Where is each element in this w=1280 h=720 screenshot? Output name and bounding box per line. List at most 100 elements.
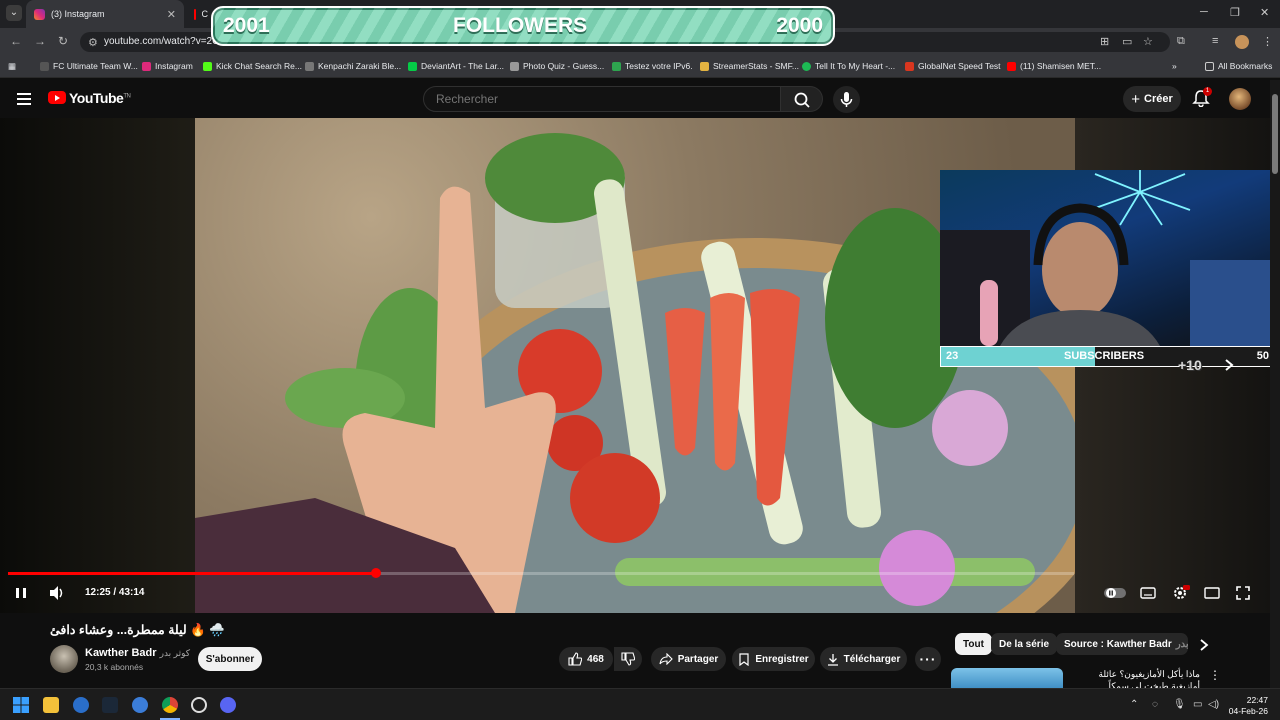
all-bookmarks-folder[interactable]: All Bookmarks	[1205, 61, 1272, 71]
bookmark-item[interactable]: Instagram	[142, 61, 193, 71]
bookmark-item[interactable]: Tell It To My Heart -...	[802, 61, 895, 71]
create-button[interactable]: + Créer	[1123, 86, 1181, 112]
bookmark-item[interactable]: Kick Chat Search Re...	[203, 61, 302, 71]
recommended-more-icon[interactable]: ⋮	[1209, 668, 1221, 682]
share-button[interactable]: Partager	[651, 647, 726, 671]
bookmark-favicon	[40, 61, 49, 71]
channel-name[interactable]: Kawther Badr كوثر بدر	[85, 647, 190, 659]
download-button[interactable]: Télécharger	[820, 647, 907, 671]
ambient-glow-left	[0, 118, 195, 613]
theater-mode-icon[interactable]	[1204, 586, 1220, 600]
tray-overflow-icon[interactable]: ⌃	[1130, 699, 1138, 710]
video-progress-bar[interactable]	[8, 568, 1074, 578]
back-icon[interactable]: ←	[10, 34, 22, 48]
voice-search-button[interactable]	[833, 86, 860, 113]
outlook-icon[interactable]	[73, 697, 89, 713]
volume-icon[interactable]	[48, 585, 66, 601]
save-button[interactable]: Enregistrer	[732, 647, 815, 671]
subscribers-current: 23	[946, 350, 959, 362]
thumbs-down-icon	[621, 652, 635, 666]
tab-instagram[interactable]: (3) Instagram ✕	[26, 0, 184, 28]
subscribe-button[interactable]: S'abonner	[198, 647, 262, 671]
steam-icon[interactable]	[102, 697, 118, 713]
chip-all[interactable]: Tout	[955, 633, 992, 655]
sofa	[1190, 260, 1280, 346]
chrome-icon[interactable]	[162, 697, 178, 713]
bookmark-item[interactable]: Kenpachi Zaraki Ble...	[305, 61, 401, 71]
extensions-icon[interactable]: ⧉	[1177, 35, 1185, 48]
site-info-icon[interactable]: ⚙	[88, 36, 98, 49]
bookmark-item[interactable]: GlobalNet Speed Test	[905, 61, 1001, 71]
fullscreen-icon[interactable]	[1236, 586, 1250, 600]
deviantart-icon	[408, 61, 417, 71]
search-input[interactable]	[424, 87, 780, 111]
folder-icon	[1205, 61, 1214, 71]
search-button[interactable]	[781, 86, 823, 112]
recommended-video-thumbnail[interactable]	[951, 668, 1063, 690]
youtube-logo-icon[interactable]	[48, 91, 66, 104]
progress-played	[8, 572, 376, 575]
reading-list-icon[interactable]: ≡	[1212, 35, 1218, 47]
battlenet-icon[interactable]	[132, 697, 148, 713]
progress-scrubber-handle[interactable]	[370, 568, 381, 578]
scrollbar-thumb[interactable]	[1272, 94, 1278, 174]
bookmark-item[interactable]: Photo Quiz - Guess...	[510, 61, 604, 71]
thumbs-up-icon	[568, 652, 583, 666]
search-icon	[794, 92, 810, 108]
window-close-icon[interactable]: ✕	[1260, 6, 1269, 19]
chips-next-chevron-icon[interactable]	[1198, 638, 1210, 652]
tomato	[570, 453, 660, 543]
forward-icon[interactable]: →	[34, 34, 46, 48]
autoplay-toggle-icon[interactable]	[1104, 587, 1126, 599]
translate-icon[interactable]: ⊞	[1100, 35, 1109, 48]
tray-display-icon[interactable]: ▭	[1193, 699, 1202, 710]
tab-label: C	[201, 9, 209, 19]
youtube-header: YouTubeTN +Créer 1	[0, 80, 1280, 118]
chip-series[interactable]: De la série	[991, 633, 1058, 655]
windows-start-icon[interactable]	[13, 697, 29, 713]
followers-current: 2001	[223, 14, 270, 37]
minimize-icon[interactable]: ─	[1200, 6, 1208, 18]
next-chevron-icon[interactable]	[1222, 358, 1236, 372]
menu-icon[interactable]	[17, 93, 31, 105]
page-scrollbar[interactable]	[1270, 80, 1280, 688]
file-explorer-icon[interactable]	[43, 697, 59, 713]
bookmark-item[interactable]: DeviantArt - The Lar...	[408, 61, 504, 71]
reload-icon[interactable]: ↻	[58, 34, 68, 48]
bookmark-item[interactable]: StreamerStats - SMF...	[700, 61, 799, 71]
profile-avatar-icon[interactable]	[1235, 35, 1249, 49]
download-icon	[827, 653, 838, 666]
settings-gear-icon[interactable]	[1172, 585, 1190, 601]
bookmarks-overflow-icon[interactable]: »	[1172, 61, 1177, 71]
apps-grid-icon[interactable]: ▦	[8, 61, 16, 72]
tray-app-icon[interactable]: ◌	[1152, 699, 1158, 710]
account-avatar[interactable]	[1229, 88, 1251, 110]
channel-avatar[interactable]	[50, 645, 78, 673]
tab-search-menu-icon[interactable]: ⌄	[6, 5, 22, 21]
more-actions-button[interactable]: ···	[915, 647, 941, 671]
obs-icon[interactable]	[191, 697, 207, 713]
bookmark-item[interactable]: Testez votre IPv6.	[612, 61, 693, 71]
chip-source[interactable]: Source : Kawther Badr كوثر بدر	[1056, 633, 1188, 655]
bookmark-item[interactable]: (11) Shamisen MET...	[1007, 61, 1101, 71]
webcam-scene	[940, 170, 1280, 346]
system-clock[interactable]: 22:47 04-Feb-26	[1218, 695, 1268, 717]
bookmark-item[interactable]: FC Ultimate Team W...	[40, 61, 138, 71]
subtitles-icon[interactable]	[1140, 586, 1156, 600]
dislike-button[interactable]	[614, 647, 642, 671]
windows-taskbar: ⌃ ◌ 🎙︎ ▭ ◁) 22:47 04-Feb-26	[0, 688, 1280, 720]
tab-close-icon[interactable]: ✕	[167, 8, 176, 21]
browser-menu-icon[interactable]: ⋮	[1262, 35, 1273, 48]
bookmark-star-icon[interactable]: ☆	[1143, 35, 1153, 48]
subscribers-gain: +10	[1178, 357, 1202, 373]
discord-icon[interactable]	[220, 697, 236, 713]
like-button[interactable]: 468	[559, 647, 613, 671]
pause-icon[interactable]	[14, 586, 28, 600]
cast-icon[interactable]: ▭	[1122, 35, 1132, 48]
video-title: 🌧️ 🔥 ليلة ممطرة... وعشاء دافئ	[50, 623, 225, 637]
turnip	[932, 390, 1008, 466]
instagram-icon	[34, 8, 45, 20]
youtube-logo-text[interactable]: YouTubeTN	[69, 90, 131, 106]
tray-mic-icon[interactable]: 🎙︎	[1173, 699, 1186, 710]
maximize-icon[interactable]: ❐	[1230, 6, 1240, 19]
